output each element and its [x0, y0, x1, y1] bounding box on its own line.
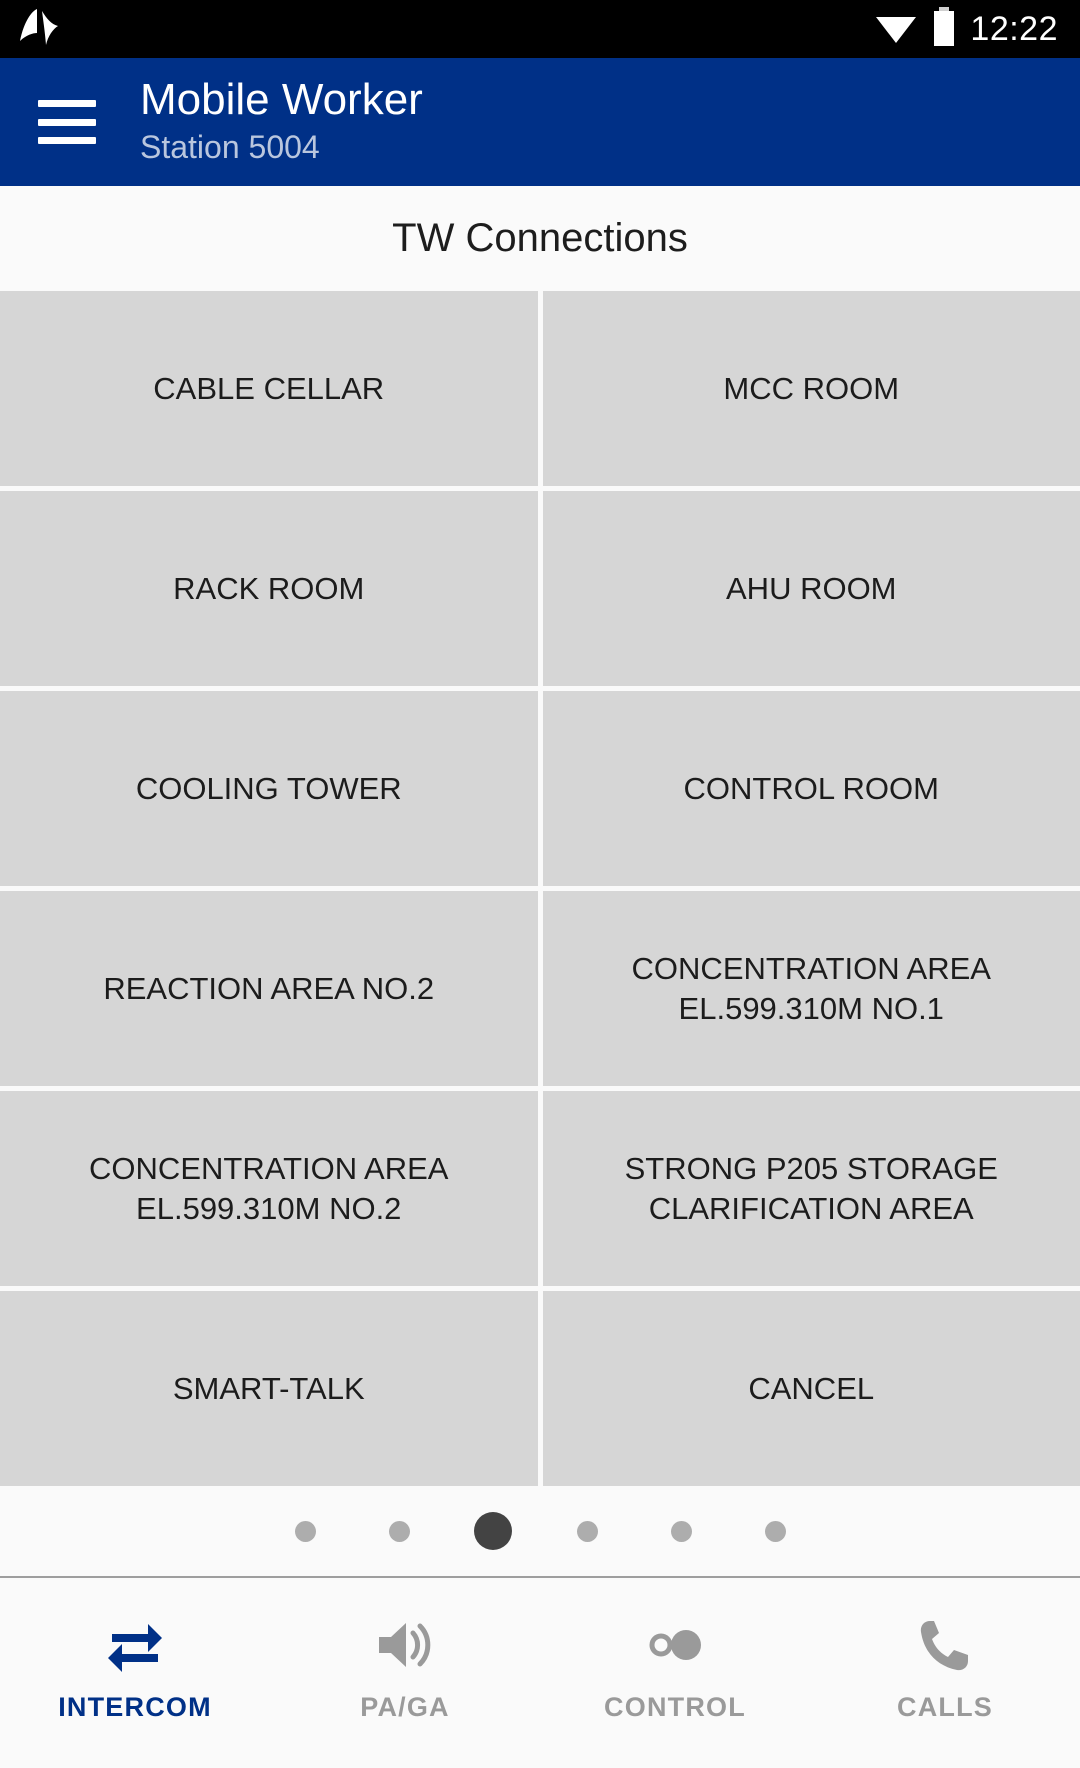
connection-button-label: MCC ROOM	[723, 369, 899, 409]
nav-item-intercom[interactable]: INTERCOM	[0, 1578, 270, 1768]
page-indicator-dot[interactable]	[576, 1520, 598, 1542]
connection-button[interactable]: STRONG P205 STORAGE CLARIFICATION AREA	[542, 1091, 1080, 1286]
connection-button-label: CONCENTRATION AREA EL.599.310M NO.1	[632, 949, 991, 1028]
connection-button[interactable]: AHU ROOM	[542, 491, 1080, 686]
connections-grid: CABLE CELLAR MCC ROOM RACK ROOM AHU ROOM COO…	[0, 291, 1080, 1486]
connection-button-label-line: RACK ROOM	[173, 570, 365, 606]
connection-button[interactable]: RACK ROOM	[0, 491, 538, 686]
connection-button[interactable]: CANCEL	[542, 1291, 1080, 1486]
connection-button-label-line: CONCENTRATION AREA	[631, 950, 991, 986]
connection-button-label-line: CONTROL ROOM	[683, 770, 939, 806]
connection-button-label: COOLING TOWER	[136, 769, 402, 809]
status-bar-clock: 12:22	[970, 10, 1058, 48]
connection-button-label: REACTION AREA NO.2	[103, 969, 434, 1009]
page-indicator-dot-active[interactable]	[474, 1512, 512, 1550]
connection-button[interactable]: CONCENTRATION AREA EL.599.310M NO.2	[0, 1091, 538, 1286]
nav-item-label: INTERCOM	[58, 1691, 212, 1722]
nav-item-calls[interactable]: CALLS	[810, 1578, 1080, 1768]
nav-item-label: PA/GA	[360, 1691, 450, 1722]
hamburger-menu-icon[interactable]	[38, 100, 96, 144]
app-title: Mobile Worker	[140, 74, 423, 124]
nav-item-label: CONTROL	[604, 1691, 746, 1722]
speaker-icon	[375, 1614, 435, 1676]
connection-button-label: STRONG P205 STORAGE CLARIFICATION AREA	[625, 1149, 998, 1228]
app-screen: 12:22 Mobile Worker Station 5004 TW Conn…	[0, 0, 1080, 1768]
connection-button-label: SMART-TALK	[173, 1369, 365, 1409]
connection-button[interactable]: CONCENTRATION AREA EL.599.310M NO.1	[542, 891, 1080, 1086]
connection-button-label: CABLE CELLAR	[153, 369, 384, 409]
nav-item-pa-ga[interactable]: PA/GA	[270, 1578, 540, 1768]
nav-item-label: CALLS	[897, 1691, 993, 1722]
toggle-control-icon	[644, 1614, 706, 1676]
page-indicator-dot[interactable]	[388, 1520, 410, 1542]
app-bar-text: Mobile Worker Station 5004	[140, 74, 423, 168]
page-title: TW Connections	[392, 216, 688, 260]
page-indicator-dot-slot[interactable]	[446, 1512, 540, 1550]
wifi-icon	[874, 9, 918, 50]
connection-button-label-line: CANCEL	[748, 1370, 875, 1406]
app-subtitle: Station 5004	[140, 129, 320, 166]
connection-button-label-line: SMART-TALK	[172, 1370, 365, 1406]
connection-button[interactable]: MCC ROOM	[542, 291, 1080, 486]
connection-button-label: CONTROL ROOM	[684, 769, 939, 809]
page-indicator-dot[interactable]	[670, 1520, 692, 1542]
hamburger-bar	[38, 137, 96, 144]
page-indicator-dot-slot[interactable]	[634, 1520, 728, 1542]
connection-button-label: RACK ROOM	[173, 569, 364, 609]
battery-icon	[931, 6, 957, 52]
page-indicator-dot-slot[interactable]	[258, 1520, 352, 1542]
hamburger-bar	[38, 100, 96, 107]
nav-item-control[interactable]: CONTROL	[540, 1578, 810, 1768]
page-indicator-dot-slot[interactable]	[540, 1520, 634, 1542]
connection-button-label-line: CLARIFICATION AREA	[648, 1190, 974, 1226]
status-bar-right: 12:22	[874, 6, 1058, 52]
connection-button-label: AHU ROOM	[726, 569, 897, 609]
page-indicator[interactable]	[0, 1486, 1080, 1578]
connections-grid-area: CABLE CELLAR MCC ROOM RACK ROOM AHU ROOM COO…	[0, 291, 1080, 1486]
hamburger-bar	[38, 118, 96, 126]
connection-button-label-line: EL.599.310M NO.2	[136, 1190, 402, 1226]
phone-icon	[918, 1614, 972, 1676]
connection-button-label-line: AHU ROOM	[726, 570, 897, 606]
page-indicator-dot[interactable]	[294, 1520, 316, 1542]
connection-button-label-line: COOLING TOWER	[135, 770, 402, 806]
connection-button[interactable]: REACTION AREA NO.2	[0, 891, 538, 1086]
connection-button-label: CANCEL	[748, 1369, 874, 1409]
connection-button-label-line: STRONG P205 STORAGE	[624, 1150, 998, 1186]
av-logo-icon	[18, 7, 62, 52]
connection-button-label-line: MCC ROOM	[723, 370, 900, 406]
bottom-navigation: INTERCOM PA/GA CONTROL CALLS	[0, 1578, 1080, 1768]
status-bar: 12:22	[0, 0, 1080, 58]
connection-button-label-line: EL.599.310M NO.1	[678, 990, 944, 1026]
intercom-arrows-icon	[104, 1614, 166, 1676]
page-indicator-dot[interactable]	[764, 1520, 786, 1542]
app-bar: Mobile Worker Station 5004	[0, 58, 1080, 186]
connection-button[interactable]: CABLE CELLAR	[0, 291, 538, 486]
status-bar-left	[18, 7, 62, 52]
connection-button-label-line: REACTION AREA NO.2	[103, 970, 435, 1006]
page-indicator-dot-slot[interactable]	[352, 1520, 446, 1542]
connection-button[interactable]: SMART-TALK	[0, 1291, 538, 1486]
connection-button-label-line: CABLE CELLAR	[153, 370, 385, 406]
page-indicator-dot-slot[interactable]	[728, 1520, 822, 1542]
connection-button[interactable]: COOLING TOWER	[0, 691, 538, 886]
connection-button[interactable]: CONTROL ROOM	[542, 691, 1080, 886]
page-title-bar: TW Connections	[0, 186, 1080, 291]
connection-button-label: CONCENTRATION AREA EL.599.310M NO.2	[89, 1149, 448, 1228]
connection-button-label-line: CONCENTRATION AREA	[89, 1150, 449, 1186]
